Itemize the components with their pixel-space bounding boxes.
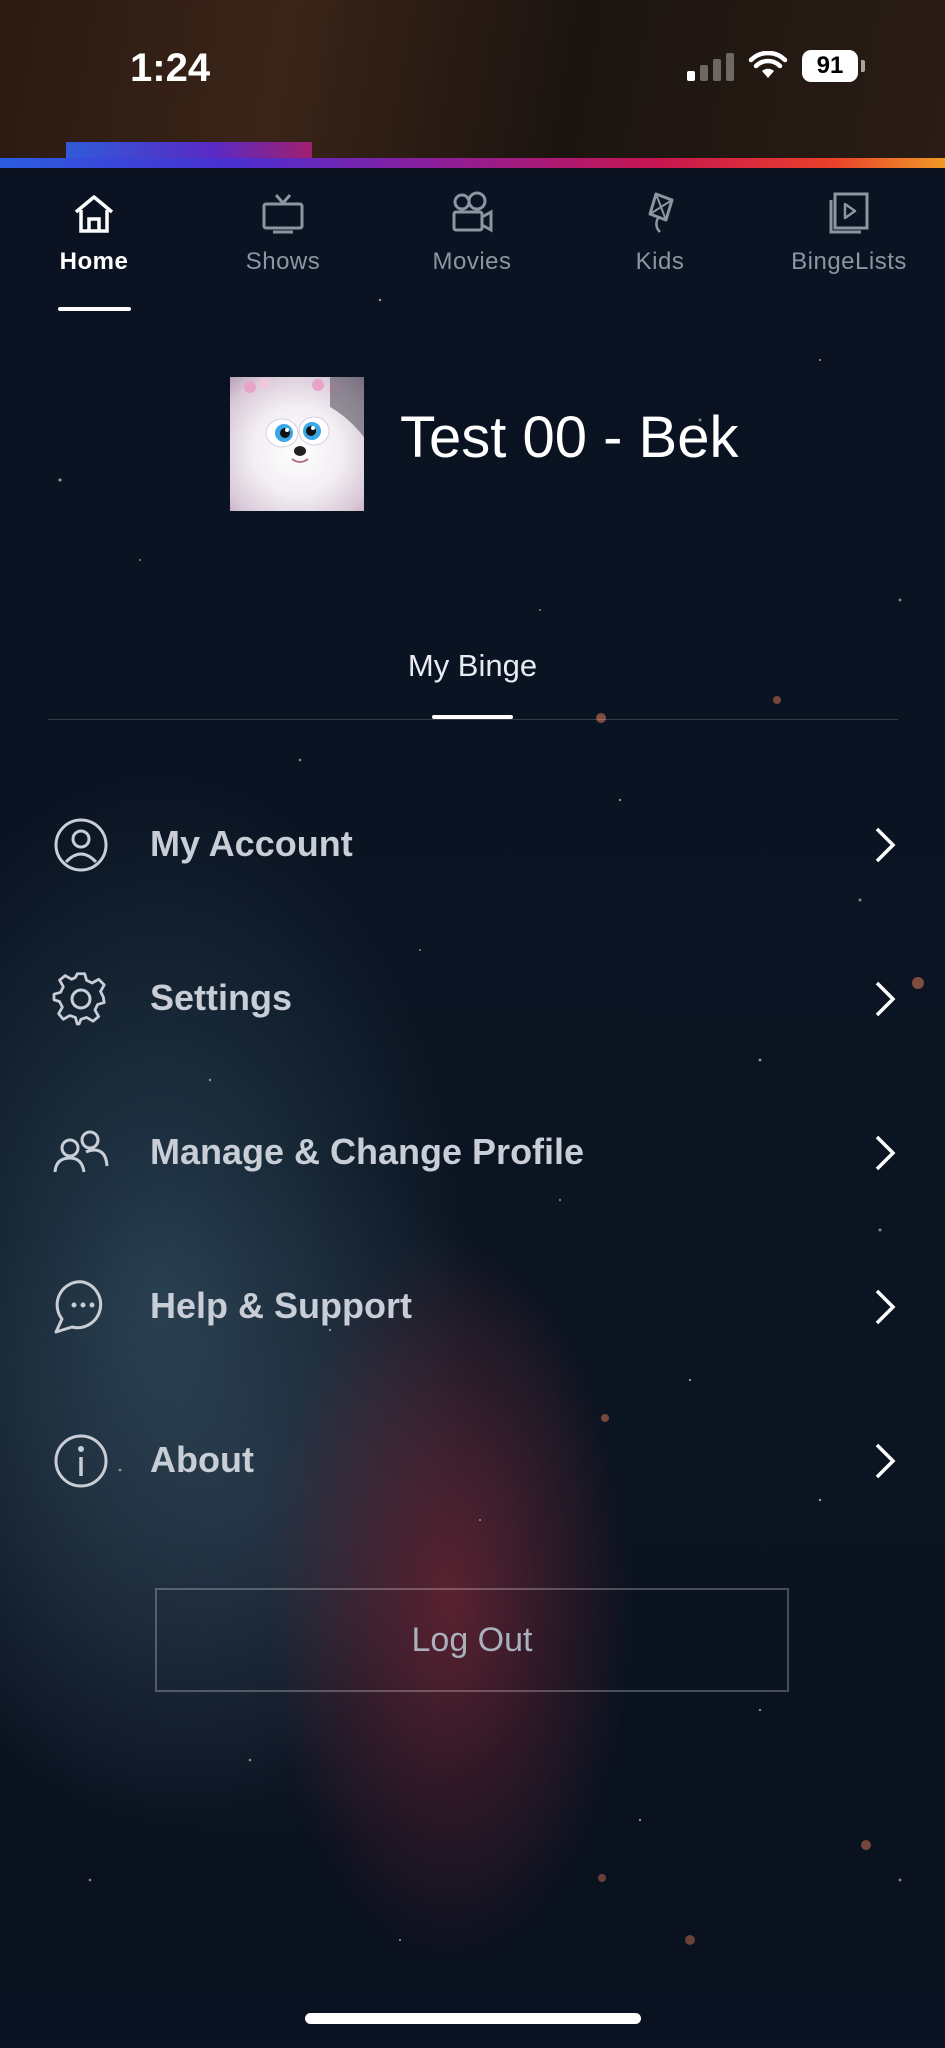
- profiles-icon: [53, 1130, 109, 1173]
- home-icon: [74, 195, 114, 233]
- menu-label: Settings: [150, 977, 293, 1018]
- chevron-right-icon: [875, 1289, 896, 1325]
- chevron-right-icon: [875, 1443, 896, 1479]
- nav-tab-kids[interactable]: Kids: [580, 190, 740, 276]
- menu-label: My Account: [150, 823, 353, 864]
- status-icons: 91: [687, 50, 865, 82]
- info-icon: [54, 1434, 108, 1488]
- nav-label: Home: [59, 248, 129, 275]
- gear-icon: [52, 972, 106, 1026]
- menu-label: Manage & Change Profile: [150, 1131, 585, 1172]
- avatar[interactable]: [230, 377, 364, 511]
- nav-active-indicator: [58, 307, 131, 311]
- nav-label: Shows: [245, 248, 321, 275]
- nav-label: Kids: [635, 248, 685, 275]
- nav-tab-movies[interactable]: Movies: [392, 190, 552, 276]
- nav-tab-shows[interactable]: Shows: [203, 190, 363, 276]
- wifi-icon: [748, 51, 788, 78]
- movie-camera-icon: [452, 191, 493, 233]
- menu-item-my-account[interactable]: My Account: [0, 790, 945, 900]
- nav-tab-bingelists[interactable]: BingeLists: [769, 190, 929, 276]
- menu-item-about[interactable]: About: [0, 1406, 945, 1516]
- chevron-right-icon: [875, 981, 896, 1017]
- tv-icon: [262, 194, 304, 234]
- profile-name: Test 00 - Bek: [400, 405, 739, 470]
- top-nav: Home Shows Movies Kids BingeLists: [0, 190, 945, 290]
- menu-label: Help & Support: [150, 1285, 412, 1326]
- color-strip-highlight: [66, 142, 312, 158]
- menu-label: About: [150, 1439, 254, 1480]
- menu-item-settings[interactable]: Settings: [0, 944, 945, 1054]
- battery-icon: 91: [802, 50, 865, 82]
- battery-level: 91: [802, 50, 858, 82]
- avatar-image: [244, 377, 364, 463]
- nav-tab-home[interactable]: Home: [14, 190, 174, 276]
- menu-item-manage-profile[interactable]: Manage & Change Profile: [0, 1098, 945, 1208]
- tab-divider: [48, 719, 898, 720]
- nav-label: Movies: [432, 248, 512, 275]
- menu-item-help-support[interactable]: Help & Support: [0, 1252, 945, 1362]
- nav-label: BingeLists: [791, 248, 907, 275]
- log-out-button[interactable]: Log Out: [155, 1588, 789, 1692]
- chat-bubble-icon: [54, 1280, 103, 1334]
- account-icon: [54, 818, 108, 872]
- chevron-right-icon: [875, 1135, 896, 1171]
- binge-list-icon: [829, 192, 869, 234]
- chevron-right-icon: [875, 827, 896, 863]
- home-indicator[interactable]: [305, 2013, 641, 2024]
- status-time: 1:24: [130, 46, 211, 90]
- tab-my-binge[interactable]: My Binge: [0, 648, 945, 684]
- cellular-signal-icon: [687, 51, 734, 81]
- color-strip: [0, 158, 945, 168]
- kite-icon: [648, 192, 674, 233]
